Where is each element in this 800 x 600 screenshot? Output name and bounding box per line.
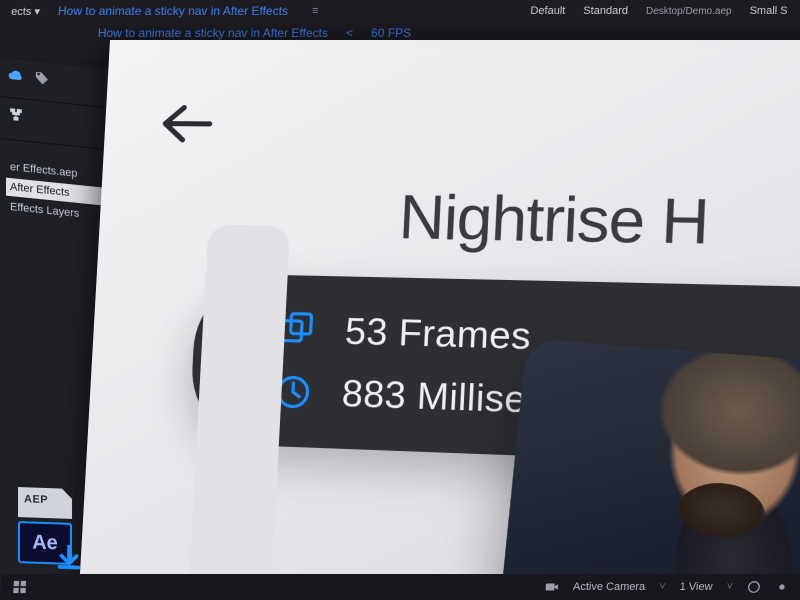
fps-caret-icon[interactable]: < [346, 26, 354, 40]
workspace-default[interactable]: Default [530, 5, 565, 17]
frames-value: 53 Frames [344, 310, 532, 359]
flowchart-icon[interactable] [8, 106, 24, 124]
preview-viewport: Nightrise H 53 Frames 883 Milliseconds [79, 40, 800, 600]
grid-icon[interactable] [12, 580, 27, 594]
file-path: Desktop/Demo.aep [646, 5, 732, 16]
mask-icon[interactable] [746, 580, 761, 594]
file-ext-label: AEP [24, 493, 48, 506]
back-button[interactable] [156, 100, 217, 147]
download-icon [54, 542, 84, 573]
preview-tab[interactable]: How to animate a sticky nav in After Eff… [97, 26, 328, 40]
cloud-icon[interactable] [8, 67, 24, 85]
workspace-small[interactable]: Small S [749, 5, 787, 17]
settings-icon[interactable] [774, 580, 789, 594]
arrow-left-icon [156, 100, 217, 147]
workspace-standard[interactable]: Standard [583, 5, 628, 17]
active-camera-dropdown[interactable]: Active Camera [573, 581, 646, 593]
after-effects-logo: Ae [18, 521, 72, 565]
page-title: Nightrise H [397, 181, 800, 261]
composition-tab[interactable]: How to animate a sticky nav in After Eff… [58, 4, 289, 18]
project-files-list: er Effects.aep After Effects Effects Lay… [0, 139, 111, 246]
tag-icon[interactable] [34, 70, 50, 88]
views-dropdown[interactable]: 1 View [679, 581, 713, 593]
effects-menu[interactable]: ects ▾ [11, 4, 41, 17]
tab-overflow-icon[interactable]: ≡ [306, 5, 325, 17]
file-icon: AEP [18, 487, 72, 519]
person-photo [499, 338, 800, 600]
camera-icon[interactable] [545, 580, 560, 594]
viewer-footer: Active Camera ˅ 1 View ˅ [0, 574, 800, 600]
fps-indicator[interactable]: 60 FPS [371, 26, 412, 40]
aep-download-badge[interactable]: AEP Ae [18, 487, 72, 565]
